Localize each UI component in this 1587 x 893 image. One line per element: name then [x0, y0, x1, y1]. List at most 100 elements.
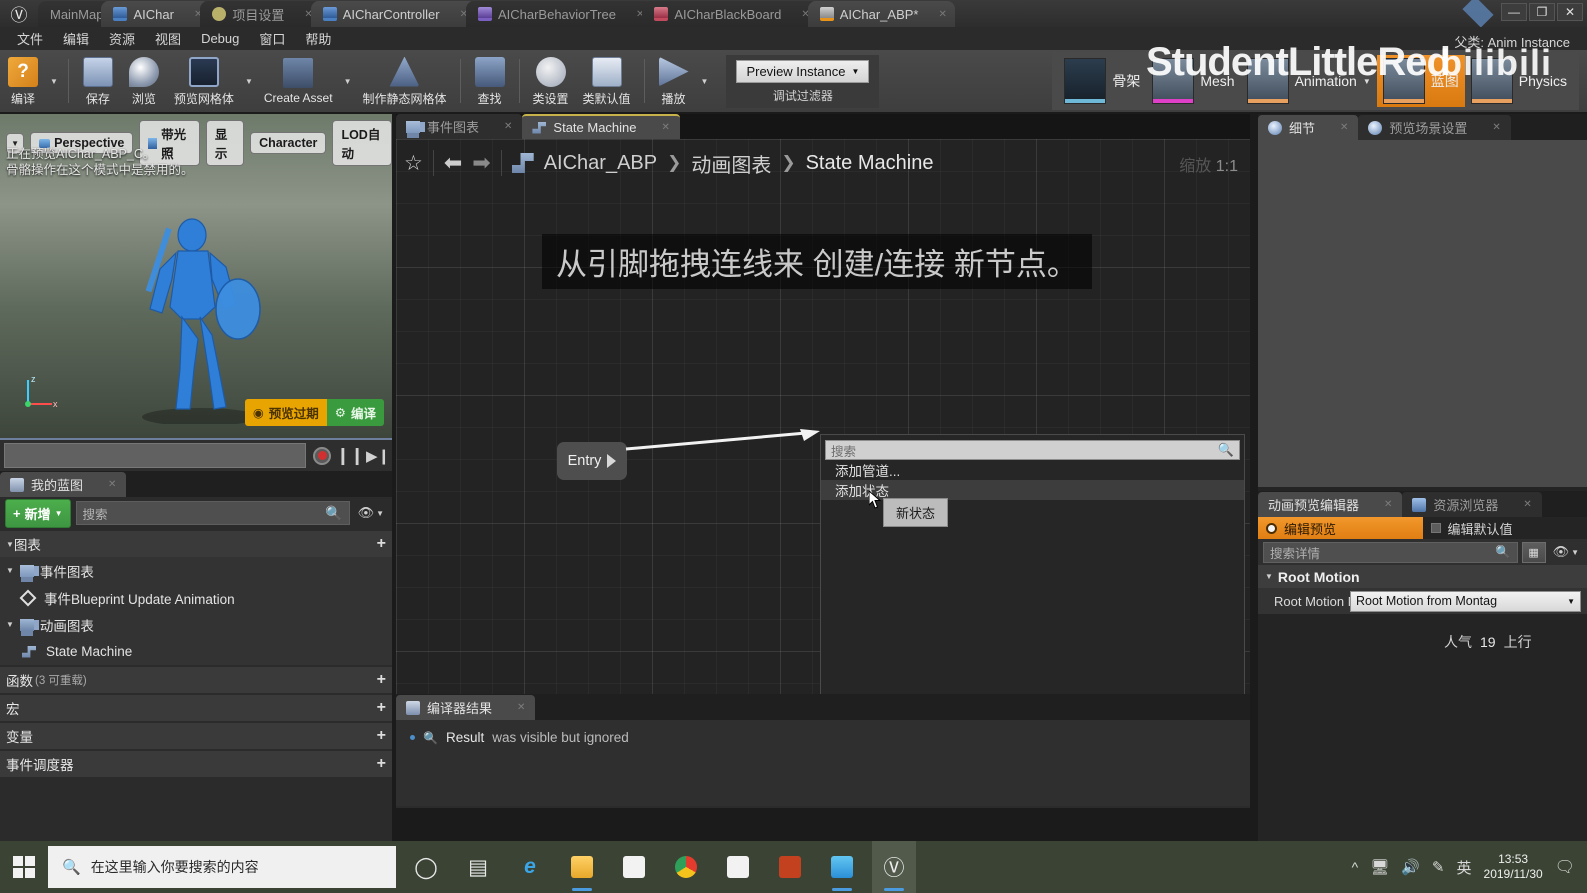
mode-physics[interactable]: Physics	[1465, 55, 1573, 107]
add-macro-button[interactable]: +	[377, 699, 386, 717]
toolbar-preview-mesh-button[interactable]: 预览网格体	[167, 52, 241, 110]
action-center-icon[interactable]: 🗨	[1555, 857, 1575, 877]
list-item-event-graph[interactable]: ▼ 事件图表	[0, 557, 392, 584]
menu-item-assets[interactable]: 资源	[100, 27, 144, 50]
taskbar-clock[interactable]: 13:53 2019/11/30	[1484, 852, 1543, 882]
record-button[interactable]	[308, 442, 336, 470]
toolbar-create-asset-button[interactable]: Create Asset	[257, 52, 340, 110]
tab-state-machine[interactable]: State Machine ✕	[522, 114, 680, 139]
toolbar-find-button[interactable]: 查找	[467, 52, 513, 110]
toolbar-save-button[interactable]: 保存	[75, 52, 121, 110]
toolbar-compile-button[interactable]: ? 编译	[0, 52, 46, 110]
details-visibility-button[interactable]: 👁 ▼	[1550, 544, 1582, 560]
preview-viewport[interactable]: ▼ Perspective 带光照 显示 Character LOD自动 正在预…	[0, 114, 392, 438]
minimize-button[interactable]: —	[1501, 3, 1527, 21]
list-item-event-update-animation[interactable]: 事件Blueprint Update Animation	[0, 584, 392, 611]
viewport-character-button[interactable]: Character	[250, 132, 327, 154]
chevron-down-icon[interactable]: ▼	[697, 77, 713, 86]
add-new-button[interactable]: + 新增 ▼	[5, 498, 71, 528]
context-menu-search-input[interactable]: 搜索 🔍	[825, 440, 1240, 460]
grid-view-button[interactable]: ▦	[1521, 541, 1546, 563]
close-button[interactable]: ✕	[1557, 3, 1583, 21]
toolbar-make-static-mesh-button[interactable]: 制作静态网格体	[355, 52, 453, 110]
step-forward-button[interactable]: ▶❙	[364, 442, 392, 470]
unreal-icon[interactable]: Ⓥ	[872, 841, 916, 893]
tab-asset-browser[interactable]: 资源浏览器 ✕	[1402, 492, 1542, 517]
compiler-message-row[interactable]: 🔍 Result was visible but ignored	[410, 730, 1250, 745]
edge-icon[interactable]: e	[508, 841, 552, 893]
root-motion-mode-dropdown[interactable]: Root Motion from Montag ▼	[1350, 590, 1581, 612]
output-pin-icon[interactable]	[607, 454, 617, 468]
maximize-button[interactable]: ❐	[1529, 3, 1555, 21]
network-icon[interactable]: 🖥	[1370, 858, 1389, 876]
chevron-down-icon[interactable]: ▼	[1363, 77, 1371, 86]
show-hidden-icons-icon[interactable]: ^	[1352, 859, 1359, 875]
cortana-icon[interactable]: ◯	[404, 841, 448, 893]
add-variable-button[interactable]: +	[377, 727, 386, 745]
breadcrumb-item-statemachine[interactable]: State Machine	[806, 152, 934, 175]
toggle-edit-defaults[interactable]: 编辑默认值	[1423, 517, 1587, 539]
window-tab-aichar-abp[interactable]: AIChar_ABP* ✕	[807, 1, 955, 27]
add-event-dispatcher-button[interactable]: +	[377, 755, 386, 773]
compile-badge-button[interactable]: ⚙ 编译	[326, 399, 384, 426]
toolbar-class-settings-button[interactable]: 类设置	[526, 52, 576, 110]
menu-item-view[interactable]: 视图	[146, 27, 190, 50]
mode-mesh[interactable]: Mesh	[1146, 55, 1240, 107]
details-panel-body[interactable]	[1258, 140, 1587, 487]
mode-skeleton[interactable]: 骨架	[1058, 55, 1146, 107]
menu-item-help[interactable]: 帮助	[296, 27, 340, 50]
graph-context-menu[interactable]: 搜索 🔍 添加管道... 添加状态 新状态	[820, 434, 1245, 698]
window-tab-aichar[interactable]: AIChar ✕	[101, 1, 211, 27]
preview-instance-dropdown[interactable]: Preview Instance ▼	[736, 59, 870, 83]
close-icon[interactable]: ✕	[108, 479, 116, 490]
window-tab-mainmap[interactable]: MainMap	[38, 1, 112, 27]
back-arrow-icon[interactable]: ⬅	[444, 150, 462, 176]
chrome-icon[interactable]	[664, 841, 708, 893]
file-explorer-icon[interactable]	[560, 841, 604, 893]
close-icon[interactable]: ✕	[1340, 122, 1348, 133]
mode-animation[interactable]: Animation ▼	[1241, 55, 1377, 107]
toolbar-class-defaults-button[interactable]: 类默认值	[576, 52, 638, 110]
add-function-button[interactable]: +	[377, 671, 386, 689]
context-menu-item-add-conduit[interactable]: 添加管道...	[821, 460, 1244, 480]
section-event-dispatchers[interactable]: 事件调度器 +	[0, 751, 392, 777]
breadcrumb-item-blueprint[interactable]: AIChar_ABP	[544, 152, 657, 175]
toolbar-browse-button[interactable]: 浏览	[121, 52, 167, 110]
close-icon[interactable]: ✕	[1492, 122, 1500, 133]
tab-preview-scene-settings[interactable]: 预览场景设置 ✕	[1358, 115, 1511, 140]
compiler-results-list[interactable]: 🔍 Result was visible but ignored	[396, 720, 1250, 806]
graph-canvas[interactable]: ☆ ⬅ ➡ AIChar_ABP ❯ 动画图表 ❯ State Machine …	[396, 139, 1250, 698]
viewport-lod-button[interactable]: LOD自动	[332, 120, 392, 166]
window-tab-behaviortree[interactable]: AICharBehaviorTree ✕	[465, 1, 653, 27]
section-functions[interactable]: 函数 (3 可重载) +	[0, 667, 392, 693]
toolbar-play-button[interactable]: 播放	[651, 52, 697, 110]
list-item-anim-graph[interactable]: ▼ 动画图表	[0, 611, 392, 638]
category-root-motion[interactable]: ▼ Root Motion	[1258, 565, 1587, 588]
window-tab-blackboard[interactable]: AICharBlackBoard ✕	[642, 1, 818, 27]
ime-language-icon[interactable]: 英	[1457, 857, 1472, 878]
menu-item-edit[interactable]: 编辑	[54, 27, 98, 50]
menu-item-window[interactable]: 窗口	[250, 27, 294, 50]
window-tab-aicharcontroller[interactable]: AICharController ✕	[310, 1, 476, 27]
close-icon[interactable]: ✕	[504, 121, 512, 132]
tab-my-blueprint[interactable]: 我的蓝图 ✕	[0, 472, 127, 497]
context-menu-item-add-state[interactable]: 添加状态	[821, 480, 1244, 500]
close-icon[interactable]: ✕	[517, 702, 525, 713]
tab-anim-preview-editor[interactable]: 动画预览编辑器 ✕	[1258, 492, 1403, 517]
close-icon[interactable]: ✕	[1384, 499, 1392, 510]
visibility-options-button[interactable]: 👁 ▼	[355, 505, 387, 521]
list-item-state-machine[interactable]: State Machine	[0, 638, 392, 665]
close-icon[interactable]: ✕	[1523, 499, 1531, 510]
chevron-down-icon[interactable]: ▼	[46, 77, 62, 86]
favorite-star-icon[interactable]: ☆	[404, 151, 423, 176]
menu-item-debug[interactable]: Debug	[192, 29, 248, 48]
breadcrumb-item-animgraph[interactable]: 动画图表	[691, 149, 771, 178]
tab-event-graph[interactable]: 事件图表 ✕	[396, 114, 523, 139]
mode-blueprint[interactable]: 蓝图	[1376, 55, 1465, 107]
chevron-down-icon[interactable]: ▼	[241, 77, 257, 86]
close-icon[interactable]: ✕	[938, 9, 946, 20]
pause-button[interactable]: ❙❙	[336, 442, 365, 470]
entry-node[interactable]: Entry	[557, 442, 627, 480]
chevron-down-icon[interactable]: ▼	[340, 77, 356, 86]
section-graphs[interactable]: ▼ 图表 +	[0, 531, 392, 557]
